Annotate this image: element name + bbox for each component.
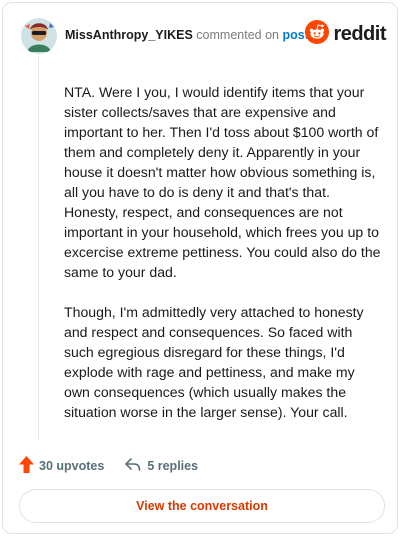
upvote-count: 30 upvotes	[39, 459, 105, 473]
replies-button[interactable]: 5 replies	[124, 457, 198, 475]
username[interactable]: MissAnthropy_YIKES	[65, 28, 193, 42]
avatar-illustration	[21, 18, 57, 54]
reply-arrow-icon	[124, 457, 141, 475]
comment-paragraph: Though, I'm admittedly very attached to …	[64, 304, 364, 420]
upvote-button[interactable]: 30 upvotes	[19, 456, 104, 476]
upvote-arrow-icon	[19, 456, 34, 476]
comment-paragraph: NTA. Were I you, I would identify items …	[64, 84, 381, 280]
comment-actions: 30 upvotes 5 replies	[19, 456, 198, 476]
user-avatar[interactable]	[21, 18, 57, 54]
comment-body: NTA. Were I you, I would identify items …	[64, 82, 382, 442]
reddit-brand[interactable]: reddit	[305, 19, 386, 49]
thread-line	[38, 57, 39, 441]
replies-count: 5 replies	[147, 459, 199, 473]
reddit-alien-icon	[305, 19, 330, 49]
commented-on-label: commented on	[196, 28, 279, 42]
reddit-wordmark: reddit	[333, 22, 386, 45]
comment-card: MissAnthropy_YIKES commented on post red…	[2, 2, 398, 534]
comment-header: MissAnthropy_YIKES commented on post red…	[18, 15, 388, 55]
comment-meta: MissAnthropy_YIKES commented on post	[65, 28, 309, 42]
view-conversation-button[interactable]: View the conversation	[19, 489, 385, 523]
